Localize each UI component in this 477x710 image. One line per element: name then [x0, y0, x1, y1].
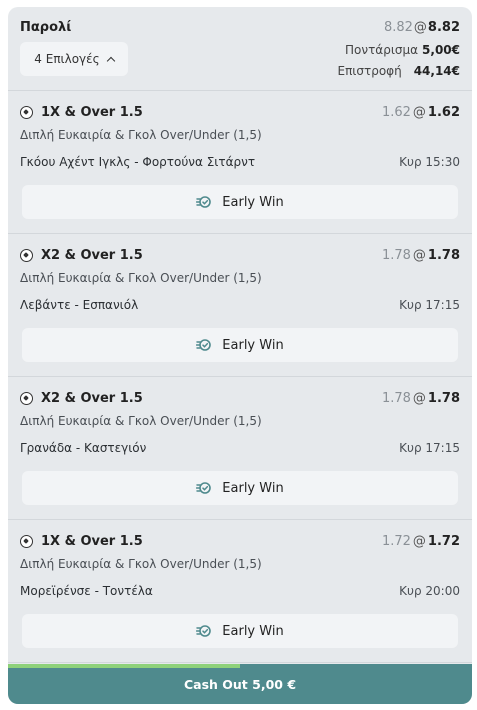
odds-at-sign: @: [412, 534, 426, 549]
selections-toggle-label: 4 Επιλογές: [34, 52, 100, 66]
bet-match: Γρανάδα - Καστεγιόν: [20, 441, 147, 455]
bet-selection-title: X2 & Over 1.5: [41, 391, 143, 406]
bet-odds-old: 1.78: [381, 391, 411, 406]
early-win-label: Early Win: [222, 623, 284, 639]
bet-selection: 1X & Over 1.5 1.62 @1.62 Διπλή Ευκαιρία &…: [8, 91, 472, 234]
bet-odds-new: 1.72: [427, 534, 460, 549]
cash-out-progress-bar: [8, 664, 240, 668]
bet-market: Διπλή Ευκαιρία & Γκολ Over/Under (1,5): [20, 271, 262, 285]
total-odds-new: 8.82: [427, 20, 460, 35]
football-icon: [20, 106, 33, 119]
return-label: Επιστροφή: [337, 64, 402, 78]
total-odds-old: 8.82: [383, 20, 413, 35]
odds-at-sign: @: [412, 105, 426, 120]
early-win-icon: [196, 625, 212, 637]
bet-time: Κυρ 17:15: [399, 441, 460, 455]
cash-out-label: Cash Out 5,00 €: [183, 676, 297, 692]
bet-selection-title: X2 & Over 1.5: [41, 248, 143, 263]
chevron-up-icon: [106, 56, 115, 65]
early-win-icon: [196, 482, 212, 494]
stake-label: Ποντάρισμα: [345, 43, 419, 57]
bet-match: Γκόου Αχέντ Ιγκλς - Φορτούνα Σιτάρντ: [20, 155, 256, 169]
early-win-icon: [196, 339, 212, 351]
early-win-button[interactable]: Early Win: [22, 614, 458, 648]
bet-odds-old: 1.72: [381, 534, 411, 549]
betslip-card: Παρολί 8.82@8.82 4 Επιλογές Ποντάρισμα 5,…: [8, 7, 472, 704]
early-win-label: Early Win: [222, 480, 284, 496]
early-win-button[interactable]: Early Win: [22, 185, 458, 219]
bet-type-title: Παρολί: [20, 20, 72, 35]
early-win-button[interactable]: Early Win: [22, 328, 458, 362]
bet-odds: 1.62 @1.62: [382, 105, 460, 120]
bet-time: Κυρ 20:00: [399, 584, 460, 598]
bet-odds-new: 1.78: [427, 391, 460, 406]
odds-at-sign: @: [412, 391, 426, 406]
stake-row: Ποντάρισμα 5,00€: [345, 43, 460, 57]
selections-toggle-button[interactable]: 4 Επιλογές: [20, 42, 128, 76]
betslip-header: Παρολί 8.82@8.82 4 Επιλογές Ποντάρισμα 5,…: [8, 7, 472, 91]
football-icon: [20, 249, 33, 262]
return-value: 44,14€: [413, 64, 460, 78]
bet-selection: X2 & Over 1.5 1.78 @1.78 Διπλή Ευκαιρία &…: [8, 234, 472, 377]
bet-odds: 1.72 @1.72: [382, 534, 460, 549]
football-icon: [20, 392, 33, 405]
bet-odds: 1.78 @1.78: [382, 248, 460, 263]
bet-match: Μορεϊρένσε - Τοντέλα: [20, 584, 153, 598]
early-win-icon: [196, 196, 212, 208]
bet-match: Λεβάντε - Εσπανιόλ: [20, 298, 139, 312]
cash-out-button[interactable]: Cash Out 5,00 €: [8, 664, 472, 704]
football-icon: [20, 535, 33, 548]
bet-odds-new: 1.78: [427, 248, 460, 263]
bet-market: Διπλή Ευκαιρία & Γκολ Over/Under (1,5): [20, 414, 262, 428]
bet-selection: 1X & Over 1.5 1.72 @1.72 Διπλή Ευκαιρία &…: [8, 520, 472, 663]
stake-value: 5,00€: [422, 43, 460, 57]
bet-odds: 1.78 @1.78: [382, 391, 460, 406]
early-win-button[interactable]: Early Win: [22, 471, 458, 505]
bet-odds-old: 1.78: [381, 248, 411, 263]
bet-market: Διπλή Ευκαιρία & Γκολ Over/Under (1,5): [20, 557, 262, 571]
return-row: Επιστροφή 44,14€: [338, 64, 461, 78]
bet-time: Κυρ 15:30: [399, 155, 460, 169]
odds-at-sign: @: [413, 20, 427, 35]
bet-odds-new: 1.62: [427, 105, 460, 120]
bet-selection: X2 & Over 1.5 1.78 @1.78 Διπλή Ευκαιρία &…: [8, 377, 472, 520]
bet-market: Διπλή Ευκαιρία & Γκολ Over/Under (1,5): [20, 128, 262, 142]
odds-at-sign: @: [412, 248, 426, 263]
bet-time: Κυρ 17:15: [399, 298, 460, 312]
early-win-label: Early Win: [222, 337, 284, 353]
early-win-label: Early Win: [222, 194, 284, 210]
bet-odds-old: 1.62: [381, 105, 411, 120]
bet-selection-title: 1X & Over 1.5: [41, 105, 143, 120]
total-odds: 8.82@8.82: [384, 20, 460, 35]
bet-selection-title: 1X & Over 1.5: [41, 534, 143, 549]
